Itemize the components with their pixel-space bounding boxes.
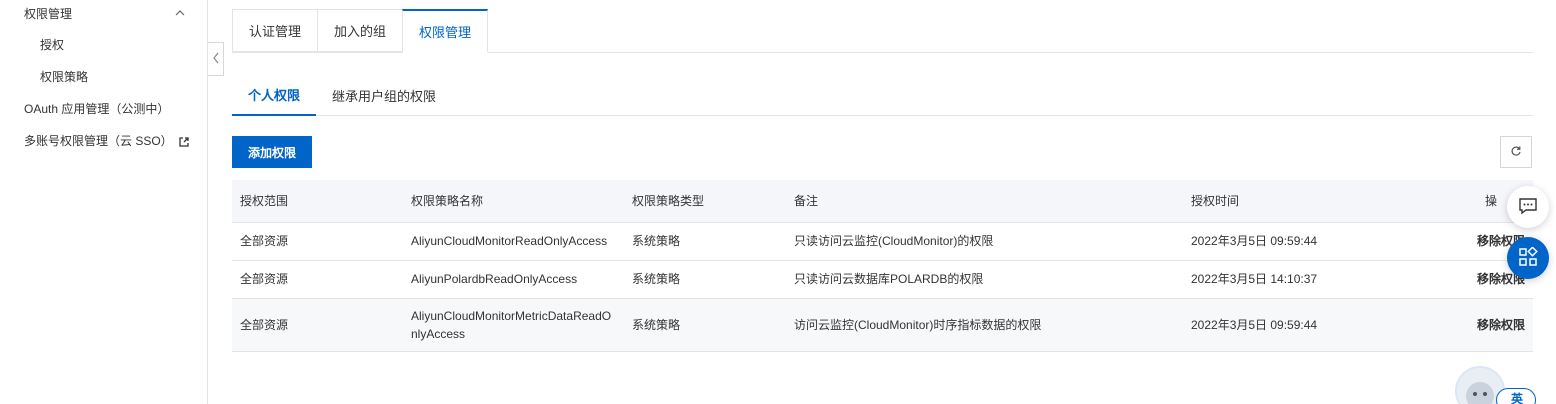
tab-joined-groups[interactable]: 加入的组 <box>317 9 403 52</box>
cell-note: 只读访问云监控(CloudMonitor)的权限 <box>786 222 1183 261</box>
sidebar-item-label: 多账号权限管理（云 SSO） <box>24 134 173 148</box>
permission-subtabs: 个人权限 继承用户组的权限 <box>232 74 1533 116</box>
remove-permission-link[interactable]: 移除权限 <box>1433 298 1533 352</box>
sidebar-item-authorize[interactable]: 授权 <box>40 36 64 53</box>
col-scope: 授权范围 <box>232 180 403 223</box>
table-row: 全部资源 AliyunCloudMonitorReadOnlyAccess 系统… <box>232 222 1533 261</box>
cell-type: 系统策略 <box>624 260 786 299</box>
sidebar-item-label: OAuth 应用管理（公测中） <box>24 102 170 116</box>
chevron-left-icon <box>212 52 220 67</box>
policy-link[interactable]: AliyunPolardbReadOnlyAccess <box>403 260 624 299</box>
tab-authentication[interactable]: 认证管理 <box>232 9 318 52</box>
main-tabs: 认证管理 加入的组 权限管理 <box>232 9 1534 53</box>
policy-link[interactable]: AliyunCloudMonitorReadOnlyAccess <box>403 222 624 261</box>
col-note: 备注 <box>786 180 1183 223</box>
sidebar-item-policies[interactable]: 权限策略 <box>40 68 88 85</box>
sidebar-item-sso[interactable]: 多账号权限管理（云 SSO） <box>24 132 189 149</box>
sidebar-group-permission[interactable]: 权限管理 <box>24 4 186 22</box>
sidebar-group-label: 权限管理 <box>24 6 73 21</box>
cell-scope: 全部资源 <box>232 222 403 261</box>
refresh-button[interactable] <box>1500 136 1532 168</box>
sidebar-collapse-button[interactable] <box>208 42 224 76</box>
permissions-table: 授权范围 权限策略名称 权限策略类型 备注 授权时间 操 全部资源 Aliyun… <box>232 180 1533 352</box>
table-row: 全部资源 AliyunCloudMonitorMetricDataReadOnl… <box>232 298 1533 352</box>
cell-time: 2022年3月5日 09:59:44 <box>1183 222 1433 261</box>
add-permission-button[interactable]: 添加权限 <box>232 136 312 168</box>
cell-note: 访问云监控(CloudMonitor)时序指标数据的权限 <box>786 298 1183 352</box>
cell-type: 系统策略 <box>624 222 786 261</box>
subtab-inherited[interactable]: 继承用户组的权限 <box>316 74 452 116</box>
cell-note: 只读访问云数据库POLARDB的权限 <box>786 260 1183 299</box>
chat-icon <box>1518 197 1538 218</box>
chat-button[interactable] <box>1507 186 1549 228</box>
cell-time: 2022年3月5日 09:59:44 <box>1183 298 1433 352</box>
refresh-icon <box>1510 145 1522 160</box>
policy-link[interactable]: AliyunCloudMonitorMetricDataReadOnlyAcce… <box>403 298 624 352</box>
sidebar-item-oauth[interactable]: OAuth 应用管理（公测中） <box>24 100 169 117</box>
col-policy-type: 权限策略类型 <box>624 180 786 223</box>
col-time: 授权时间 <box>1183 180 1433 223</box>
apps-icon <box>1518 245 1538 270</box>
cell-type: 系统策略 <box>624 298 786 352</box>
table-header-row: 授权范围 权限策略名称 权限策略类型 备注 授权时间 操 <box>232 180 1533 223</box>
cell-scope: 全部资源 <box>232 298 403 352</box>
col-policy-name: 权限策略名称 <box>403 180 624 223</box>
cell-time: 2022年3月5日 14:10:37 <box>1183 260 1433 299</box>
tab-permissions[interactable]: 权限管理 <box>402 9 489 53</box>
cell-scope: 全部资源 <box>232 260 403 299</box>
chevron-up-icon[interactable] <box>174 7 186 19</box>
sidebar: 权限管理 授权 权限策略 OAuth 应用管理（公测中） 多账号权限管理（云 S… <box>0 0 208 404</box>
apps-button[interactable] <box>1507 237 1549 279</box>
subtab-personal[interactable]: 个人权限 <box>232 74 317 116</box>
external-link-icon <box>179 136 189 147</box>
table-row: 全部资源 AliyunPolardbReadOnlyAccess 系统策略 只读… <box>232 260 1533 299</box>
language-toggle[interactable]: 英 <box>1496 388 1536 404</box>
